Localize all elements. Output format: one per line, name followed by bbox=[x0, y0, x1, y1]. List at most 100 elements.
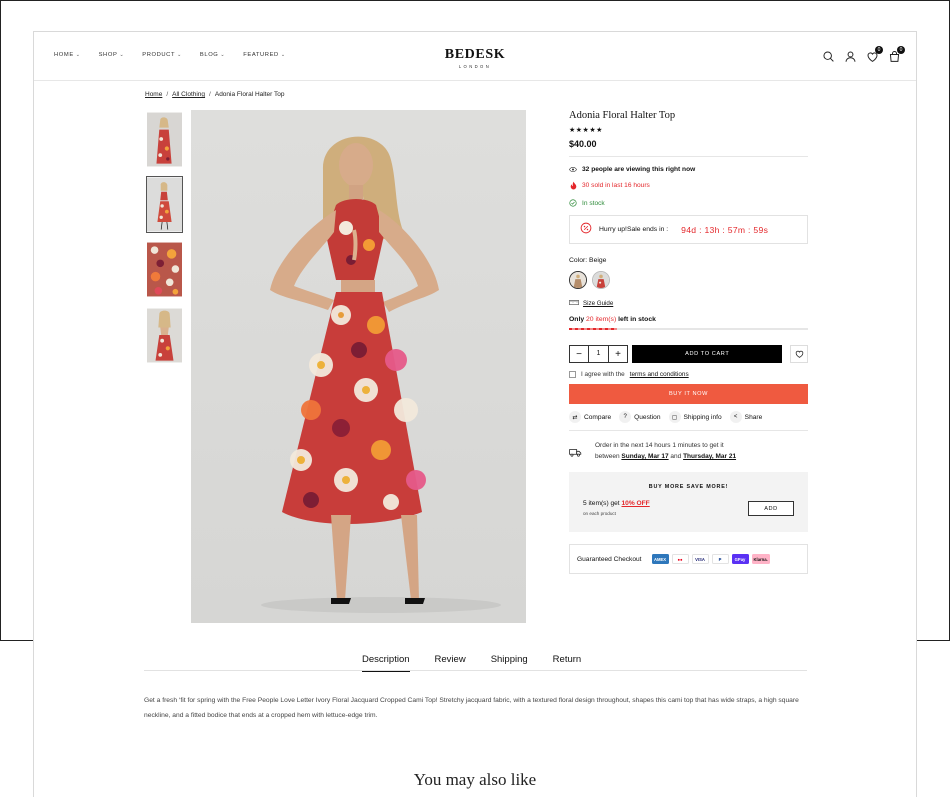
eye-icon bbox=[569, 165, 577, 173]
shipping-info-button[interactable]: ▢ Shipping info bbox=[668, 411, 722, 423]
header-icons: 0 0 bbox=[822, 46, 905, 63]
box-icon: ▢ bbox=[668, 411, 681, 423]
question-icon: ? bbox=[619, 411, 632, 423]
product-tabs: Description Review Shipping Return bbox=[144, 651, 807, 672]
compare-icon: ⇄ bbox=[569, 411, 581, 423]
payment-badge: ●● bbox=[671, 554, 689, 564]
add-to-cart-button[interactable]: ADD TO CART bbox=[632, 345, 783, 363]
payment-badge: GPay bbox=[731, 554, 749, 564]
viewers-count: 32 bbox=[582, 165, 590, 173]
action-label: Shipping info bbox=[683, 413, 722, 421]
sold-line: 30 sold in last 16 hours bbox=[569, 181, 808, 189]
product-main-image[interactable] bbox=[191, 110, 526, 623]
terms-agreement: I agree with the terms and conditions bbox=[569, 371, 808, 378]
offer-prefix: 5 item(s) get bbox=[583, 500, 620, 507]
swatch-floral[interactable] bbox=[592, 271, 610, 289]
site-header: HOME ⌄ SHOP ⌄ PRODUCT ⌄ BLOG ⌄ FEATURED ⌄ BED… bbox=[34, 32, 916, 81]
buy-more-save-more: BUY MORE SAVE MORE! 5 item(s) get 10% OF… bbox=[569, 472, 808, 532]
checkout-label: Guaranteed Checkout bbox=[577, 555, 642, 563]
agree-text: I agree with the bbox=[581, 371, 625, 378]
product-description: Get a fresh ‘fit for spring with the Fre… bbox=[144, 697, 799, 719]
sale-tag-icon bbox=[580, 221, 592, 239]
stock-status: In stock bbox=[582, 199, 605, 207]
qty-decrease-button[interactable]: − bbox=[570, 346, 588, 362]
product-price: $40.00 bbox=[569, 139, 597, 149]
action-label: Share bbox=[744, 413, 763, 421]
offer-subtext: on each product bbox=[583, 511, 616, 516]
cart-count-badge: 0 bbox=[897, 46, 905, 54]
stock-prefix: Only bbox=[569, 316, 585, 323]
fire-icon bbox=[569, 181, 577, 189]
size-guide-label: Size Guide bbox=[583, 300, 614, 307]
buy-more-title: BUY MORE SAVE MORE! bbox=[648, 484, 729, 490]
viewers-line: 32 people are viewing this right now bbox=[569, 165, 808, 173]
color-label: Color: Beige bbox=[569, 257, 808, 264]
stock-count: 20 item(s) bbox=[586, 316, 617, 323]
breadcrumb-home[interactable]: Home bbox=[145, 91, 162, 98]
bundle-add-button[interactable]: ADD bbox=[748, 501, 794, 516]
related-products-heading: You may also like bbox=[413, 770, 537, 789]
thumbnail-1[interactable] bbox=[146, 111, 183, 168]
quantity-stepper: − 1 + bbox=[569, 345, 628, 363]
guaranteed-checkout: Guaranteed Checkout AMEX ●● VISA P GPay Klarn… bbox=[569, 544, 808, 574]
search-icon[interactable] bbox=[822, 50, 835, 63]
cart-icon[interactable]: 0 bbox=[888, 46, 905, 63]
wishlist-count-badge: 0 bbox=[875, 46, 883, 54]
sold-text: 30 sold in last 16 hours bbox=[582, 181, 650, 189]
thumbnail-4[interactable] bbox=[146, 307, 183, 364]
tab-shipping[interactable]: Shipping bbox=[491, 654, 528, 672]
sale-countdown-box: Hurry up!Sale ends in : 94d : 13h : 57m … bbox=[569, 215, 808, 244]
thumbnail-2[interactable] bbox=[146, 176, 183, 233]
share-icon: < bbox=[729, 411, 742, 423]
check-circle-icon bbox=[569, 199, 577, 207]
truck-icon bbox=[569, 440, 583, 462]
question-button[interactable]: ? Question bbox=[619, 411, 661, 423]
thumbnail-3[interactable] bbox=[146, 241, 183, 298]
stock-status-line: In stock bbox=[569, 199, 808, 207]
buy-more-offer: 5 item(s) get 10% OFF bbox=[583, 500, 650, 507]
breadcrumb-current: Adonia Floral Halter Top bbox=[214, 91, 285, 98]
wishlist-icon[interactable]: 0 bbox=[866, 46, 883, 63]
share-button[interactable]: < Share bbox=[729, 411, 763, 423]
offer-percent: 10% OFF bbox=[621, 500, 650, 507]
product-actions: ⇄ Compare ? Question ▢ Shipping info < S… bbox=[569, 411, 808, 423]
compare-button[interactable]: ⇄ Compare bbox=[569, 411, 611, 423]
delivery-date-end: Thursday, Mar 21 bbox=[683, 453, 737, 460]
payment-badge: Klarna. bbox=[751, 554, 770, 564]
color-value: Beige bbox=[589, 257, 607, 264]
swatch-beige[interactable] bbox=[569, 271, 587, 289]
product-title: Adonia Floral Halter Top bbox=[569, 110, 676, 121]
logo-wordmark: BEDESK bbox=[444, 47, 506, 62]
logo-tagline: LONDON bbox=[458, 64, 492, 69]
tab-return[interactable]: Return bbox=[553, 654, 582, 672]
add-wishlist-button[interactable] bbox=[790, 345, 808, 363]
action-label: Compare bbox=[584, 413, 612, 421]
breadcrumb-category[interactable]: All Clothing bbox=[172, 91, 205, 98]
divider bbox=[569, 156, 808, 157]
stock-progress-fill bbox=[569, 328, 617, 330]
ruler-icon bbox=[569, 300, 579, 307]
buy-now-button[interactable]: BUY IT NOW bbox=[569, 384, 808, 404]
qty-increase-button[interactable]: + bbox=[609, 346, 627, 362]
delivery-text: Order in the next 14 hours 1 minutes to … bbox=[595, 440, 736, 462]
size-guide-link[interactable]: Size Guide bbox=[569, 300, 808, 307]
stock-suffix: left in stock bbox=[618, 316, 656, 323]
product-info: Adonia Floral Halter Top ★★★★★ $40.00 32… bbox=[569, 110, 808, 574]
delivery-and: and bbox=[670, 453, 682, 460]
delivery-between: between bbox=[595, 453, 620, 460]
add-to-cart-row: − 1 + ADD TO CART bbox=[569, 345, 808, 363]
stock-progress-bar bbox=[569, 328, 808, 330]
tab-review[interactable]: Review bbox=[435, 654, 466, 672]
delivery-estimate: Order in the next 14 hours 1 minutes to … bbox=[569, 430, 808, 462]
breadcrumb: Home / All Clothing / Adonia Floral Halt… bbox=[145, 91, 284, 98]
delivery-date-start: Sunday, Mar 17 bbox=[621, 453, 669, 460]
payment-badge: VISA bbox=[691, 554, 709, 564]
rating-stars[interactable]: ★★★★★ bbox=[569, 126, 808, 134]
site-logo[interactable]: BEDESK LONDON bbox=[34, 47, 916, 69]
account-icon[interactable] bbox=[844, 50, 857, 63]
terms-link[interactable]: terms and conditions bbox=[630, 371, 689, 378]
qty-input[interactable]: 1 bbox=[588, 346, 609, 362]
terms-checkbox[interactable] bbox=[569, 371, 576, 378]
tab-description[interactable]: Description bbox=[362, 654, 410, 672]
payment-badge: P bbox=[711, 554, 729, 564]
